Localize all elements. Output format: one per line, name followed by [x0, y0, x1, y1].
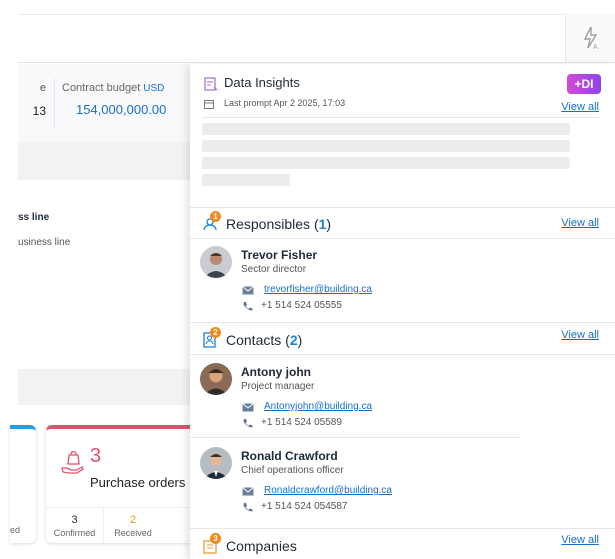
avatar[interactable] [200, 447, 232, 479]
section-divider [190, 322, 615, 323]
section-divider [190, 528, 615, 529]
person-phone: +1 514 524 05555 [261, 300, 342, 311]
loading-skeleton-line [202, 157, 570, 169]
contract-budget-label: Contract budget [62, 82, 141, 94]
contract-budget-value: 154,000,000.00 [76, 102, 167, 117]
section-band [18, 142, 190, 180]
card-footer-label: ed [10, 525, 21, 535]
business-line-title: ss line [18, 212, 50, 223]
shopping-bag-hand-icon [61, 451, 84, 474]
contacts-header: 2 Contacts (2) View all [190, 324, 615, 356]
responsibles-badge: 1 [210, 211, 221, 222]
mail-icon [242, 403, 254, 412]
contact-item: Antony john Project manager Antonyjohn@b… [190, 357, 615, 437]
mail-icon [242, 487, 254, 496]
purchase-orders-title: Purchase orders [90, 475, 186, 490]
top-bar: A [18, 0, 615, 63]
loading-skeleton-line [202, 174, 290, 186]
avatar[interactable] [200, 246, 232, 278]
purchase-orders-card[interactable]: 3 Purchase orders 3 Confirmed 2 Received [46, 425, 196, 543]
bolt-icon: A [583, 26, 598, 50]
person-role: Project manager [241, 381, 315, 392]
loading-skeleton-line [202, 123, 570, 135]
insights-side-panel: Data Insights +DI Last prompt Apr 2 2025… [190, 64, 615, 559]
contacts-badge: 2 [210, 327, 221, 338]
stat-separator [54, 78, 55, 128]
insights-divider [202, 117, 599, 118]
phone-icon [243, 302, 253, 311]
phone-icon [243, 419, 253, 428]
summary-card[interactable]: ed [10, 425, 36, 543]
received-count: 2 [129, 514, 137, 526]
responsibles-count: 1 [318, 216, 327, 232]
contract-budget: Contract budget USD 154,000,000.00 [62, 82, 166, 117]
confirmed-stat[interactable]: 3 Confirmed [46, 508, 104, 543]
currency-label: USD [143, 83, 165, 94]
contacts-title: Contacts [226, 332, 282, 348]
section-divider [190, 354, 615, 355]
svg-text:A: A [593, 44, 598, 50]
top-divider [18, 14, 615, 15]
purchase-orders-footer: 3 Confirmed 2 Received [46, 507, 196, 543]
person-email-link[interactable]: trevorfisher@building.ca [264, 284, 372, 295]
stat-partial-value: 13 [32, 104, 46, 118]
person-photo-icon [200, 447, 232, 479]
data-insights-view-all-link[interactable]: View all [561, 101, 599, 113]
person-name: Antony john [241, 365, 311, 379]
responsibles-header: 1 Responsibles (1) View all [190, 208, 615, 240]
contacts-view-all-link[interactable]: View all [561, 329, 599, 341]
received-label: Received [114, 528, 152, 538]
section-divider [190, 238, 615, 239]
person-phone: +1 514 524 05589 [261, 417, 342, 428]
mail-icon [242, 286, 254, 295]
person-email-link[interactable]: Antonyjohn@building.ca [264, 401, 372, 412]
received-stat[interactable]: 2 Received [104, 508, 162, 543]
companies-title: Companies [226, 538, 297, 554]
stat-partial: e 13 [18, 82, 46, 118]
person-role: Sector director [241, 264, 307, 275]
insights-document-icon [204, 77, 218, 91]
business-line-value: usiness line [18, 237, 71, 248]
companies-header: 3 Companies View all [190, 530, 615, 559]
avatar[interactable] [200, 363, 232, 395]
companies-badge: 3 [210, 533, 221, 544]
companies-view-all-link[interactable]: View all [561, 534, 599, 546]
person-photo-icon [200, 363, 232, 395]
business-line: ss line usiness line [18, 212, 70, 248]
responsible-item: Trevor Fisher Sector director trevorfish… [190, 240, 615, 320]
contact-item: Ronald Crawford Chief operations officer… [190, 441, 615, 521]
person-photo-icon [200, 246, 232, 278]
person-email-link[interactable]: Ronaldcrawford@building.ca [264, 485, 392, 496]
responsibles-view-all-link[interactable]: View all [561, 217, 599, 229]
loading-skeleton-line [202, 140, 570, 152]
purchase-orders-count: 3 [90, 445, 102, 467]
project-stats-row: e 13 Contract budget USD 154,000,000.00 [18, 64, 190, 142]
person-phone: +1 514 524 054587 [261, 501, 348, 512]
phone-icon [243, 503, 253, 512]
confirmed-label: Confirmed [53, 528, 96, 538]
person-name: Trevor Fisher [241, 248, 318, 262]
section-band [18, 369, 190, 405]
confirmed-count: 3 [71, 514, 78, 526]
person-name: Ronald Crawford [241, 449, 338, 463]
calendar-icon [204, 100, 214, 109]
data-insights-title: Data Insights [224, 75, 300, 90]
contacts-count: 2 [289, 332, 298, 348]
person-role: Chief operations officer [241, 465, 344, 476]
quick-actions-button[interactable]: A [565, 14, 615, 62]
responsibles-title: Responsibles [226, 216, 311, 232]
data-insights-badge[interactable]: +DI [567, 74, 601, 94]
item-divider [190, 437, 520, 438]
last-prompt-text: Last prompt Apr 2 2025, 17:03 [224, 98, 346, 108]
